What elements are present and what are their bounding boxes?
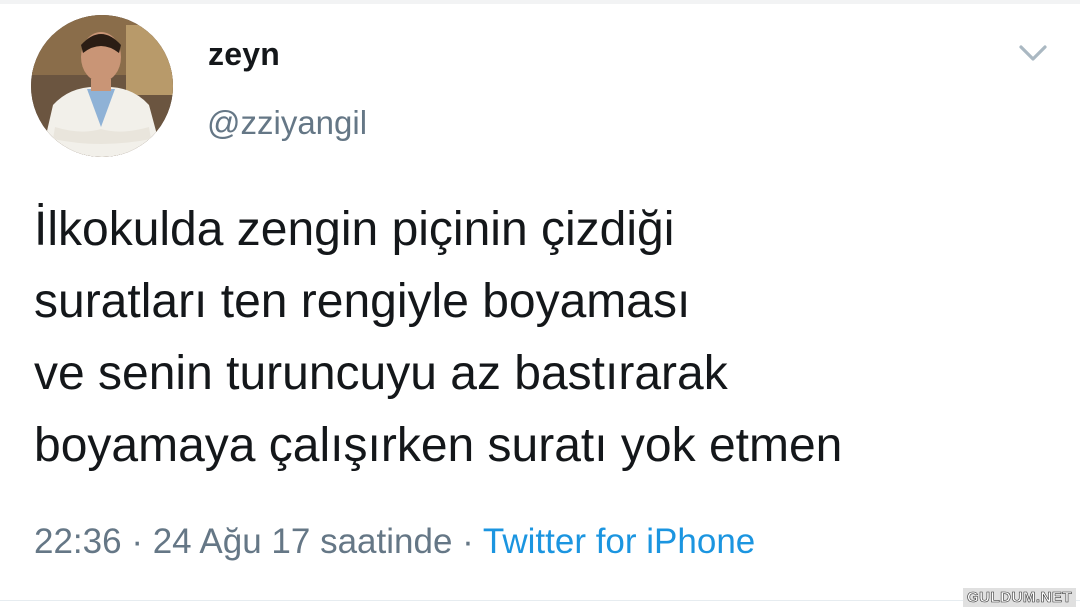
tweet-card: zeyn @zziyangil İlkokulda zengin piçinin… <box>0 0 1080 608</box>
tweet-time[interactable]: 22:36 <box>34 522 122 561</box>
avatar-photo-icon <box>31 15 173 157</box>
display-name[interactable]: zeyn <box>208 36 280 73</box>
site-watermark: GULDUM.NET <box>963 588 1076 607</box>
tweet-menu-button[interactable] <box>1016 40 1050 66</box>
avatar[interactable] <box>31 15 173 157</box>
tweet-text-line: boyamaya çalışırken suratı yok etmen <box>34 419 843 472</box>
tweet-text-line: ve senin turuncuyu az bastırarak <box>34 347 728 400</box>
user-handle[interactable]: @zziyangil <box>207 104 367 142</box>
meta-separator: · <box>452 522 483 561</box>
tweet-source-link[interactable]: Twitter for iPhone <box>483 522 755 561</box>
tweet-text-line: İlkokulda zengin piçinin çizdiği <box>34 203 675 256</box>
tweet-text-line: suratları ten rengiyle boyaması <box>34 275 691 328</box>
tweet-text: İlkokulda zengin piçinin çizdiği suratla… <box>34 194 1044 482</box>
chevron-down-icon <box>1019 45 1047 61</box>
tweet-meta: 22:36 · 24 Ağu 17 saatinde · Twitter for… <box>34 522 755 562</box>
bottom-divider <box>0 600 1080 601</box>
tweet-date[interactable]: 24 Ağu 17 saatinde <box>153 522 453 561</box>
top-divider <box>0 0 1080 4</box>
meta-separator: · <box>121 522 153 561</box>
